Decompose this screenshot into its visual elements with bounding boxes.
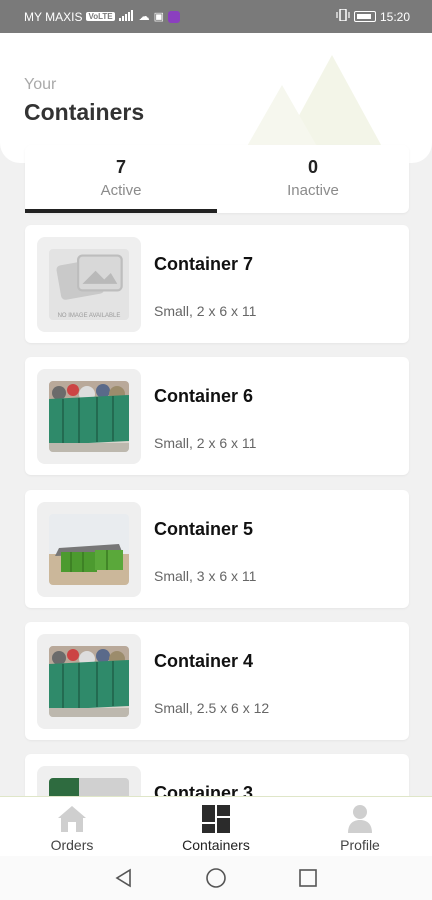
system-nav-bar: [0, 856, 432, 900]
thumbnail-frame: [37, 766, 141, 796]
container-card[interactable]: Container 6 Small, 2 x 6 x 11: [25, 357, 409, 475]
skip-photo: [49, 646, 129, 717]
thumbnail-frame: NO IMAGE AVAILABLE: [37, 237, 141, 332]
tab-active[interactable]: 7 Active: [25, 145, 217, 213]
nav-profile[interactable]: Profile: [288, 797, 432, 856]
grid-icon: [202, 805, 230, 833]
full-skip-image: [49, 646, 129, 717]
container-card[interactable]: NO IMAGE AVAILABLE Container 7 Small, 2 …: [25, 225, 409, 343]
container-name: Container 3: [154, 783, 254, 796]
no-image-placeholder: NO IMAGE AVAILABLE: [49, 249, 129, 320]
person-icon: [348, 805, 372, 833]
status-tabs: 7 Active 0 Inactive: [25, 145, 409, 213]
nav-label: Containers: [182, 837, 250, 853]
photo-placeholder-icon: [56, 254, 123, 300]
tab-count: 7: [115, 157, 126, 177]
page-title: Containers: [24, 99, 145, 125]
container-spec: Small, 2.5 x 6 x 12: [154, 700, 270, 716]
thumbnail-frame: [37, 502, 141, 597]
page-header: Your Containers: [0, 33, 432, 163]
nav-containers[interactable]: Containers: [144, 797, 288, 856]
container-name: Container 5: [154, 519, 254, 539]
container-name: Container 7: [154, 254, 254, 274]
back-button[interactable]: [78, 856, 170, 900]
recents-icon: [299, 869, 317, 887]
back-icon: [115, 868, 131, 888]
bottom-nav: Orders Containers Profile: [0, 796, 432, 856]
container-name: Container 6: [154, 386, 254, 406]
skip-photo: [49, 381, 129, 452]
nav-label: Profile: [340, 837, 380, 853]
thumbnail-frame: [37, 634, 141, 729]
container-card[interactable]: Container 5 Small, 3 x 6 x 11: [25, 490, 409, 608]
container-name: Container 4: [154, 651, 254, 671]
container-card[interactable]: Container 4 Small, 2.5 x 6 x 12: [25, 622, 409, 740]
nav-label: Orders: [50, 837, 94, 853]
no-image-text: NO IMAGE AVAILABLE: [57, 313, 121, 319]
tab-label: Inactive: [287, 182, 339, 199]
tab-inactive[interactable]: 0 Inactive: [217, 145, 409, 213]
tab-selected-indicator: [25, 209, 217, 213]
container-spec: Small, 3 x 6 x 11: [154, 568, 257, 584]
container-spec: Small, 2 x 6 x 11: [154, 435, 257, 451]
nav-orders[interactable]: Orders: [0, 797, 144, 856]
container-card[interactable]: Container 3: [25, 754, 409, 796]
skip-image: [49, 778, 129, 796]
home-icon: [206, 868, 226, 888]
home-button[interactable]: [170, 856, 262, 900]
skip-photo: [49, 514, 129, 585]
thumbnail-frame: [37, 369, 141, 464]
full-skip-image: [49, 381, 129, 452]
tab-count: 0: [307, 157, 318, 177]
container-spec: Small, 2 x 6 x 11: [154, 303, 257, 319]
empty-skip-image: [49, 514, 129, 585]
house-icon: [58, 806, 86, 832]
recents-button[interactable]: [262, 856, 354, 900]
header-subtitle: Your: [24, 76, 57, 93]
skip-photo: [49, 778, 129, 796]
tab-label: Active: [100, 182, 142, 199]
